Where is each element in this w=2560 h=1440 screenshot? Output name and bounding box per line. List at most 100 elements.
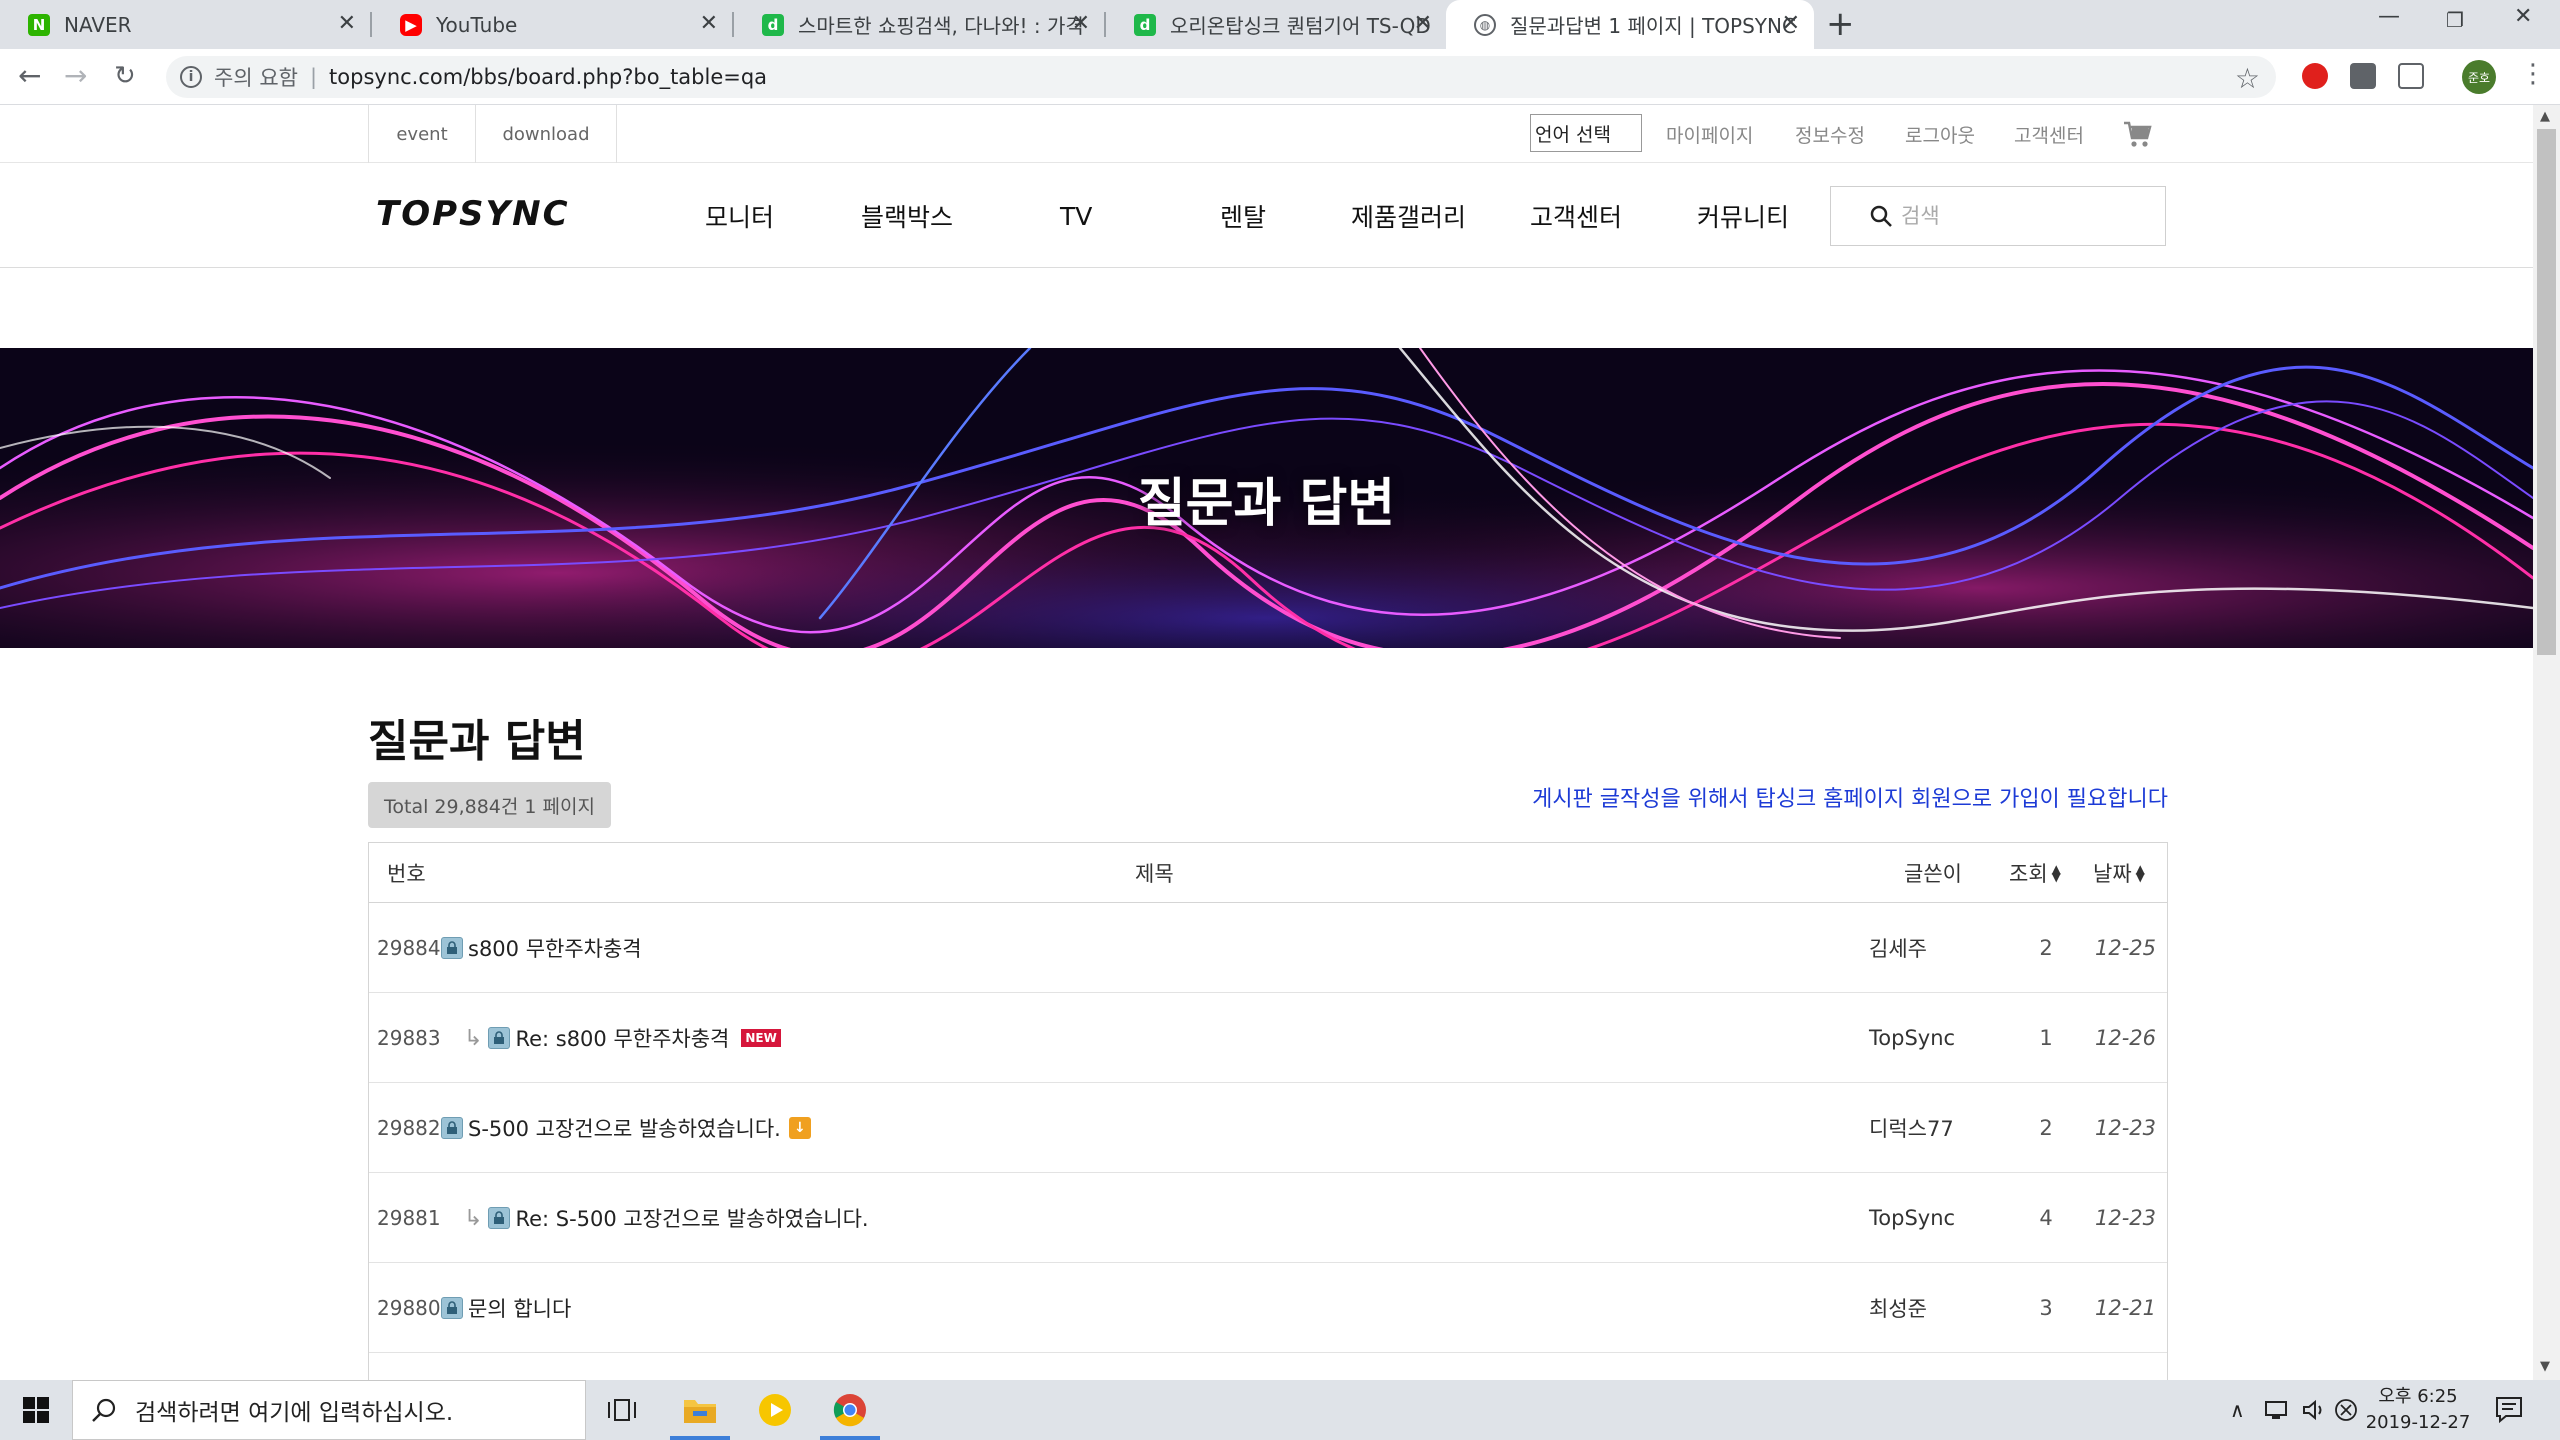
header-date[interactable]: 날짜 ▲ ▼ — [2093, 843, 2145, 903]
nav-blackbox[interactable]: 블랙박스 — [861, 164, 953, 268]
post-subject[interactable]: 문의 합니다 — [468, 1293, 571, 1323]
minimize-icon[interactable]: — — [2378, 4, 2400, 29]
site-search-box[interactable] — [1830, 186, 2166, 246]
language-select[interactable]: 언어 선택 — [1530, 114, 1642, 152]
post-number: 29881 — [377, 1206, 441, 1230]
avatar[interactable]: 준호 — [2462, 60, 2496, 94]
close-icon[interactable]: ✕ — [1782, 13, 1800, 35]
post-hits: 1 — [2039, 1026, 2053, 1050]
forward-icon[interactable]: → — [64, 59, 87, 93]
danawa-icon: d — [762, 13, 784, 36]
post-writer[interactable]: 김세주 — [1869, 903, 1927, 993]
lock-icon — [441, 937, 463, 959]
chrome-icon[interactable] — [814, 1380, 886, 1440]
browser-tab-strip: N NAVER ✕ ▶ YouTube ✕ d 스마트한 쇼핑검색, 다나와! … — [0, 0, 2560, 49]
media-player-icon[interactable] — [739, 1380, 811, 1440]
post-subject-cell[interactable]: s800 무한주차충격 — [441, 903, 642, 993]
tab-danawa-search[interactable]: d 스마트한 쇼핑검색, 다나와! : 가격 ✕ — [734, 0, 1104, 49]
nav-support[interactable]: 고객센터 — [1530, 164, 1622, 268]
scroll-down-icon[interactable]: ▼ — [2540, 1359, 2550, 1374]
page-scrollbar[interactable]: ▲ ▼ — [2533, 105, 2560, 1380]
post-writer[interactable]: TopSync — [1869, 993, 1955, 1083]
bookmark-star-icon[interactable]: ☆ — [2235, 62, 2260, 95]
post-date: 12-23 — [2095, 1206, 2157, 1230]
attachment-icon: ↓ — [788, 1117, 811, 1139]
post-subject-cell[interactable]: ↳ Re: S-500 고장건으로 발송하였습니다. — [464, 1173, 869, 1263]
edit-profile-link[interactable]: 정보수정 — [1795, 105, 1865, 163]
ime-icon[interactable] — [2334, 1380, 2358, 1440]
post-subject-cell[interactable]: ↳ Re: s800 무한주차충격 NEW — [464, 993, 781, 1083]
tray-chevron-icon[interactable]: ∧ — [2230, 1380, 2245, 1440]
close-icon[interactable]: ✕ — [700, 13, 718, 35]
search-input[interactable] — [1901, 204, 2141, 228]
lock-icon — [441, 1117, 463, 1139]
system-clock[interactable]: 오후 6:25 2019-12-27 — [2360, 1384, 2476, 1436]
nav-community[interactable]: 커뮤니티 — [1697, 164, 1789, 268]
event-link[interactable]: event — [368, 105, 475, 163]
taskbar-search-box[interactable]: 검색하려면 여기에 입력하십시오. — [72, 1380, 586, 1440]
volume-icon[interactable] — [2302, 1380, 2328, 1440]
danawa-icon: d — [1134, 13, 1156, 36]
site-logo[interactable]: TOPSYNC — [376, 194, 570, 234]
restore-icon[interactable]: ❐ — [2446, 8, 2464, 32]
logout-link[interactable]: 로그아웃 — [1905, 105, 1975, 163]
post-date: 12-21 — [2095, 1296, 2157, 1320]
cart-icon[interactable] — [2122, 119, 2152, 149]
tab-topsync[interactable]: ◍ 질문과답변 1 페이지 | TOPSYNC ✕ — [1446, 0, 1814, 49]
lock-icon — [488, 1207, 511, 1229]
extension-cast-icon[interactable] — [2398, 63, 2424, 89]
post-writer[interactable]: 최성준 — [1869, 1263, 1927, 1353]
post-hits: 4 — [2039, 1206, 2053, 1230]
nav-gallery[interactable]: 제품갤러리 — [1351, 164, 1466, 268]
signup-notice-link[interactable]: 게시판 글작성을 위해서 탑싱크 홈페이지 회원으로 가입이 필요합니다 — [1518, 782, 2168, 818]
nav-tv[interactable]: TV — [1060, 164, 1092, 268]
clock-date: 2019-12-27 — [2365, 1412, 2471, 1433]
post-subject-cell[interactable]: S-500 고장건으로 발송하였습니다. ↓ — [441, 1083, 811, 1173]
header-hits[interactable]: 조회 ▲ ▼ — [2009, 843, 2061, 903]
tab-danawa-product[interactable]: d 오리온탑싱크 퀀텀기어 TS-QD32 ✕ — [1106, 0, 1446, 49]
address-bar[interactable]: i 주의 요함 | topsync.com/bbs/board.php?bo_t… — [166, 56, 2276, 98]
start-button[interactable] — [0, 1380, 72, 1440]
close-icon[interactable]: ✕ — [1414, 13, 1432, 35]
support-link[interactable]: 고객센터 — [2014, 105, 2084, 163]
back-icon[interactable]: ← — [18, 59, 41, 93]
nav-monitor[interactable]: 모니터 — [705, 164, 774, 268]
notification-icon[interactable] — [2494, 1394, 2524, 1424]
info-icon[interactable]: i — [180, 66, 202, 88]
url-text[interactable]: topsync.com/bbs/board.php?bo_table=qa — [329, 65, 767, 89]
more-menu-icon[interactable]: ⋮ — [2520, 59, 2546, 89]
nav-rental[interactable]: 렌탈 — [1220, 164, 1266, 268]
reload-icon[interactable]: ↻ — [114, 59, 136, 93]
close-icon[interactable]: ✕ — [1072, 13, 1090, 35]
post-subject[interactable]: Re: s800 무한주차충격 — [515, 1023, 729, 1053]
sort-icon[interactable]: ▲ ▼ — [2136, 863, 2145, 883]
search-icon[interactable] — [1869, 204, 1893, 228]
tab-naver[interactable]: N NAVER ✕ — [0, 0, 370, 49]
sort-icon[interactable]: ▲ ▼ — [2052, 863, 2061, 883]
tab-youtube[interactable]: ▶ YouTube ✕ — [372, 0, 732, 49]
close-icon[interactable]: ✕ — [338, 13, 356, 35]
post-subject-cell[interactable]: 문의 합니다 — [441, 1263, 571, 1353]
scroll-up-icon[interactable]: ▲ — [2540, 109, 2550, 124]
post-number: 29882 — [377, 1116, 441, 1140]
new-tab-icon[interactable]: + — [1826, 6, 1855, 42]
post-subject[interactable]: Re: S-500 고장건으로 발송하였습니다. — [515, 1203, 868, 1233]
globe-icon: ◍ — [1474, 13, 1496, 36]
post-writer[interactable]: TopSync — [1869, 1173, 1955, 1263]
download-link[interactable]: download — [475, 105, 617, 163]
mypage-link[interactable]: 마이페이지 — [1666, 105, 1753, 163]
header-hits-label: 조회 — [2009, 862, 2048, 886]
post-subject[interactable]: s800 무한주차충격 — [468, 933, 642, 963]
task-view-icon[interactable] — [586, 1380, 658, 1440]
post-subject[interactable]: S-500 고장건으로 발송하였습니다. — [468, 1113, 781, 1143]
file-explorer-icon[interactable] — [664, 1380, 736, 1440]
extension-adblock-icon[interactable] — [2302, 63, 2328, 89]
scroll-thumb[interactable] — [2537, 129, 2556, 655]
search-icon — [92, 1398, 116, 1422]
network-icon[interactable] — [2264, 1380, 2290, 1440]
window-close-icon[interactable]: ✕ — [2514, 4, 2532, 29]
table-row: 29880 문의 합니다 최성준 3 12-21 — [369, 1263, 2167, 1353]
post-writer[interactable]: 디럭스77 — [1869, 1083, 1954, 1173]
table-row: 29883 ↳ Re: s800 무한주차충격 NEW TopSync 1 12… — [369, 993, 2167, 1083]
extension-reader-icon[interactable] — [2350, 63, 2376, 89]
